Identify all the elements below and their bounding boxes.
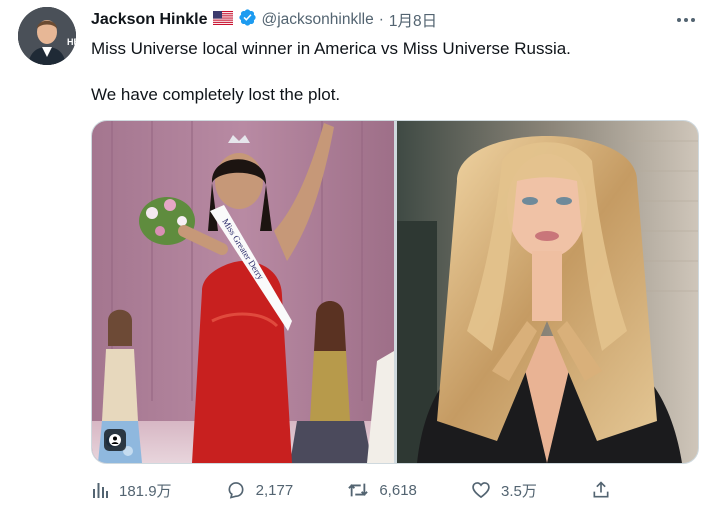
like-icon (471, 480, 491, 500)
tweet-text: Miss Universe local winner in America vs… (91, 37, 691, 106)
reply-button[interactable]: 2,177 (226, 480, 294, 500)
retweet-button[interactable]: 6,618 (347, 480, 417, 500)
media-photo-left[interactable]: Miss Greater Derry (92, 121, 394, 463)
reply-count: 2,177 (255, 481, 294, 499)
reply-icon (226, 480, 246, 500)
alt-text-icon[interactable] (104, 429, 126, 451)
share-icon (591, 480, 611, 500)
avatar[interactable]: HB (18, 7, 76, 65)
author-name[interactable]: Jackson Hinkle (91, 11, 208, 29)
views-button[interactable]: 181.9万 (91, 480, 172, 501)
tweet-text-line: We have completely lost the plot. (91, 85, 341, 104)
more-options-icon[interactable] (675, 9, 697, 31)
views-icon (91, 481, 109, 499)
author-handle[interactable]: @jacksonhinklle (262, 11, 374, 29)
retweet-icon (347, 480, 369, 500)
flag-us-icon (212, 10, 233, 30)
media-photo-right[interactable] (396, 121, 698, 463)
tweet-date[interactable]: 1月8日 (389, 9, 437, 31)
retweet-count: 6,618 (379, 481, 417, 499)
share-button[interactable] (591, 480, 611, 500)
verified-badge-icon (238, 8, 257, 32)
views-count: 181.9万 (119, 482, 172, 500)
like-button[interactable]: 3.5万 (471, 480, 537, 501)
tweet-actions: 181.9万 2,177 6,618 3.5万 (91, 478, 611, 502)
tweet-header: Jackson Hinkle @jacksonhinklle · 1月8日 (91, 9, 437, 31)
tweet-text-line: Miss Universe local winner in America vs… (91, 39, 571, 58)
media-grid: Miss Greater Derry (91, 120, 699, 464)
avatar-badge-text: HB (67, 37, 76, 47)
separator-dot: · (378, 11, 384, 28)
like-count: 3.5万 (501, 482, 537, 500)
